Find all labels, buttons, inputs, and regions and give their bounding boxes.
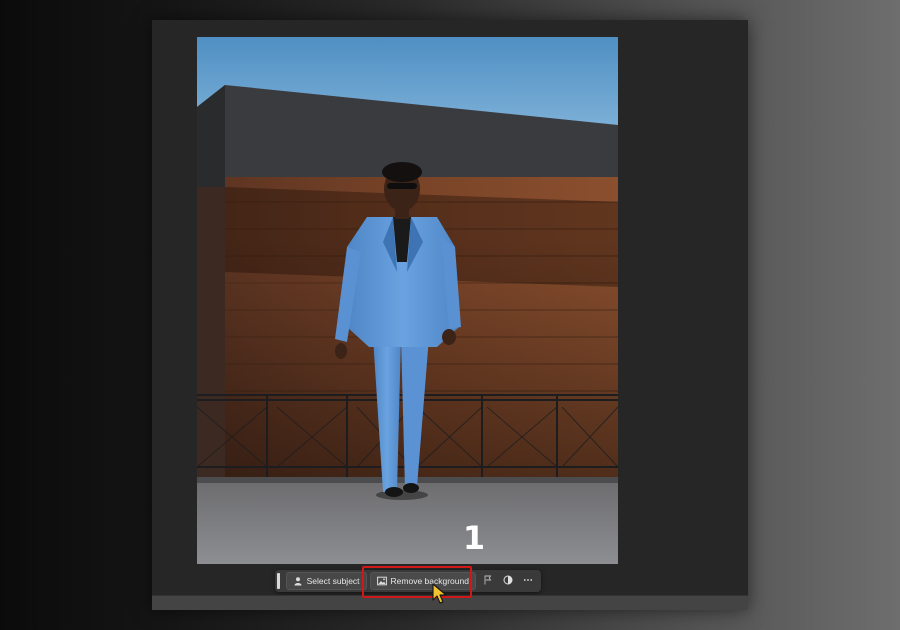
select-subject-label: Select subject bbox=[306, 576, 360, 586]
flag-icon bbox=[483, 572, 493, 590]
contextual-task-bar: Select subject Remove background bbox=[275, 570, 541, 592]
mouse-pointer-icon bbox=[432, 583, 447, 604]
adjustment-button[interactable] bbox=[499, 572, 516, 590]
more-icon bbox=[523, 572, 533, 590]
select-subject-button[interactable]: Select subject bbox=[285, 572, 367, 590]
remove-background-label: Remove background bbox=[390, 576, 469, 586]
document-canvas[interactable] bbox=[197, 37, 618, 564]
more-options-button[interactable] bbox=[520, 572, 537, 590]
flag-button[interactable] bbox=[479, 572, 496, 590]
person-select-icon bbox=[293, 576, 303, 586]
photoshop-window: Select subject Remove background bbox=[152, 20, 748, 610]
taskbar-drag-handle[interactable] bbox=[277, 573, 280, 589]
image-remove-bg-icon bbox=[376, 576, 387, 586]
half-circle-adjust-icon bbox=[503, 572, 513, 590]
remove-background-button[interactable]: Remove background bbox=[369, 572, 476, 590]
photo bbox=[197, 37, 618, 564]
step-number-label: 1 bbox=[462, 519, 486, 557]
status-bar bbox=[152, 595, 748, 610]
